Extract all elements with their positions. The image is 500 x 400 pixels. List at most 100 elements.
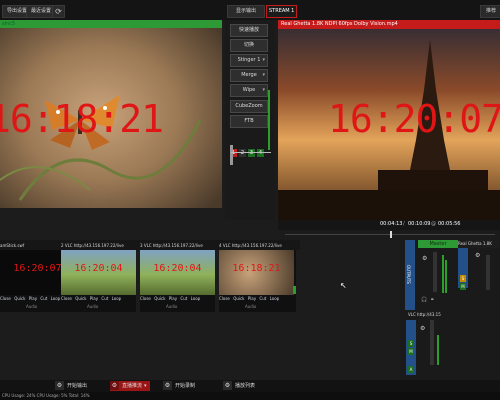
t-bar-handle[interactable] [230,145,233,165]
wipe-button[interactable]: Wipe ▾ [230,84,268,97]
quick-play-button[interactable]: 快速播放 [230,24,268,37]
audio-mixer: OUTPUTS Master Real Ghetta 1.8K ⚙ 🎧 ⚭ S … [400,240,500,380]
program-time-row: 00:04:13 / 00:10:09 @ 00:05:56 [278,220,500,230]
recommend-button[interactable]: 推荐 [480,5,500,18]
live-stream-label: 直播推流 [122,383,143,389]
time-duration: 00:10:09 [408,221,431,227]
ftb-button[interactable]: FTB [230,115,268,128]
cut-button[interactable]: Cut [259,296,266,301]
preview-title-bar: sinc5 ⚙ [0,20,222,28]
show-output-button[interactable]: 显示输出 [227,5,265,18]
clip-label: VLC http://43.156.197.22/live [222,243,282,248]
clip-thumbnail[interactable]: 16:18:21 [219,250,294,295]
vlc-bus-a-button[interactable]: A [408,366,414,373]
close-button[interactable]: Close [0,296,11,301]
link-icon[interactable]: ⚭ [430,297,434,303]
clip-2[interactable]: 2 VLC http://43.156.197.22/live 16:20:04… [61,243,136,312]
bottom-bar: ⚙ 开始输出 ⚙ 直播推流 ▾ ⚙ 开始录制 ⚙ 播放列表 [0,380,500,392]
refresh-icon[interactable]: ⟳ [52,5,65,18]
time-remaining: 00:05:56 [438,221,461,227]
mute-button[interactable]: M [460,283,466,290]
master-fader[interactable] [433,252,437,292]
quick-button[interactable]: Quick [154,296,165,301]
close-button[interactable]: Close [61,296,72,301]
play-button[interactable]: Play [29,296,37,301]
program-title-bar: Real Ghetta 1.8K NDPI 60fps Dolby Vision… [278,20,500,29]
gear-icon[interactable]: ⚙ [475,252,480,259]
close-button[interactable]: Close [219,296,230,301]
preview-monitor[interactable]: sinc5 ⚙ 16:18:21 [0,20,222,208]
loop-button[interactable]: Loop [112,296,122,301]
chevron-down-icon[interactable]: ▾ [144,383,147,389]
quick-button[interactable]: Quick [14,296,25,301]
outputs-strip: OUTPUTS [405,240,415,310]
vlc-meter [437,335,439,365]
play-button[interactable]: Play [169,296,177,301]
merge-button[interactable]: Merge ▾ [230,69,268,82]
headphone-icon[interactable]: 🎧 [421,297,427,303]
chevron-down-icon[interactable]: ▾ [262,70,265,81]
clip-4[interactable]: 4 VLC http://43.156.197.22/live 16:18:21… [219,243,296,312]
gear-icon[interactable]: ⚙ [163,381,172,390]
close-button[interactable]: Close [140,296,151,301]
program-clock: 16:20:07 [328,97,500,141]
chevron-down-icon[interactable]: ▾ [262,55,265,66]
overlay-2-button[interactable]: 2 [239,149,246,157]
master-meter-left [442,255,444,293]
audio-label[interactable]: Audio [26,304,37,309]
clip-3[interactable]: 3 VLC http://43.156.197.22/live 16:20:04… [140,243,215,312]
play-button[interactable]: Play [248,296,256,301]
channel-fader[interactable] [486,255,490,290]
cut-button[interactable]: Cut [40,296,47,301]
cut-button[interactable]: Cut [180,296,187,301]
cut-button[interactable]: 切换 [230,39,268,52]
clip-label: VLC http://43.156.197.22/live [143,243,203,248]
loop-button[interactable]: Loop [270,296,280,301]
vlc-mute-button[interactable]: M [408,348,414,355]
quick-button[interactable]: Quick [233,296,244,301]
chevron-down-icon[interactable]: ▾ [262,85,265,96]
transition-slider[interactable] [231,152,271,153]
outputs-label: OUTPUTS [406,265,411,284]
clip-clock: 16:20:04 [74,263,123,274]
playlist-button[interactable]: ⚙ 播放列表 [223,381,255,391]
overlay-3-button[interactable]: 3 [248,149,255,157]
loop-button[interactable]: Loop [51,296,61,301]
cube-zoom-button[interactable]: CubeZoom [230,100,268,113]
clip-status-indicator [293,286,296,294]
clip-clock: 16:18:21 [232,263,281,274]
cpu-status: CPU Usage: 24% CPU Usage: 5% Total: 14% [2,393,90,398]
time-position: 00:04:13 [380,221,403,227]
audio-label[interactable]: Audio [245,304,256,309]
cut-button[interactable]: Cut [101,296,108,301]
play-button[interactable]: Play [90,296,98,301]
vlc-fader[interactable] [430,320,434,365]
gear-icon[interactable]: ⚙ [110,381,119,390]
quick-button[interactable]: Quick [75,296,86,301]
gear-icon[interactable]: ⚙ [223,381,232,390]
gear-icon[interactable]: ⚙ [420,325,425,332]
live-stream-button[interactable]: ⚙ 直播推流 ▾ [110,381,150,391]
gear-icon[interactable]: ⚙ [422,255,427,262]
start-record-button[interactable]: ⚙ 开始录制 [163,381,195,391]
loop-button[interactable]: Loop [191,296,201,301]
overlay-4-button[interactable]: 4 [257,149,264,157]
clip-label: VLC http://43.156.197.22/live [64,243,124,248]
clip-thumbnail[interactable]: 16:20:04 [61,250,136,295]
vlc-channel-label: VLC http://43.15 [408,312,441,317]
vlc-solo-button[interactable]: S [408,340,414,347]
seek-bar[interactable] [280,230,500,240]
playlist-label: 播放列表 [235,383,256,389]
stream-badge[interactable]: STREAM 1 [266,5,298,18]
seek-handle[interactable] [390,231,392,238]
start-output-button[interactable]: ⚙ 开始输出 [55,381,87,391]
solo-button[interactable]: S [460,275,466,282]
stinger-button[interactable]: Stinger 1 ▾ [230,54,268,67]
gear-icon[interactable]: ⚙ [55,381,64,390]
audio-label[interactable]: Audio [87,304,98,309]
program-monitor[interactable]: Real Ghetta 1.8K NDPI 60fps Dolby Vision… [278,20,500,220]
merge-label: Merge [241,72,257,78]
audio-label[interactable]: Audio [166,304,177,309]
clip-thumbnail[interactable]: 16:20:04 [140,250,215,295]
program-title: Real Ghetta 1.8K NDPI 60fps Dolby Vision… [281,21,398,27]
